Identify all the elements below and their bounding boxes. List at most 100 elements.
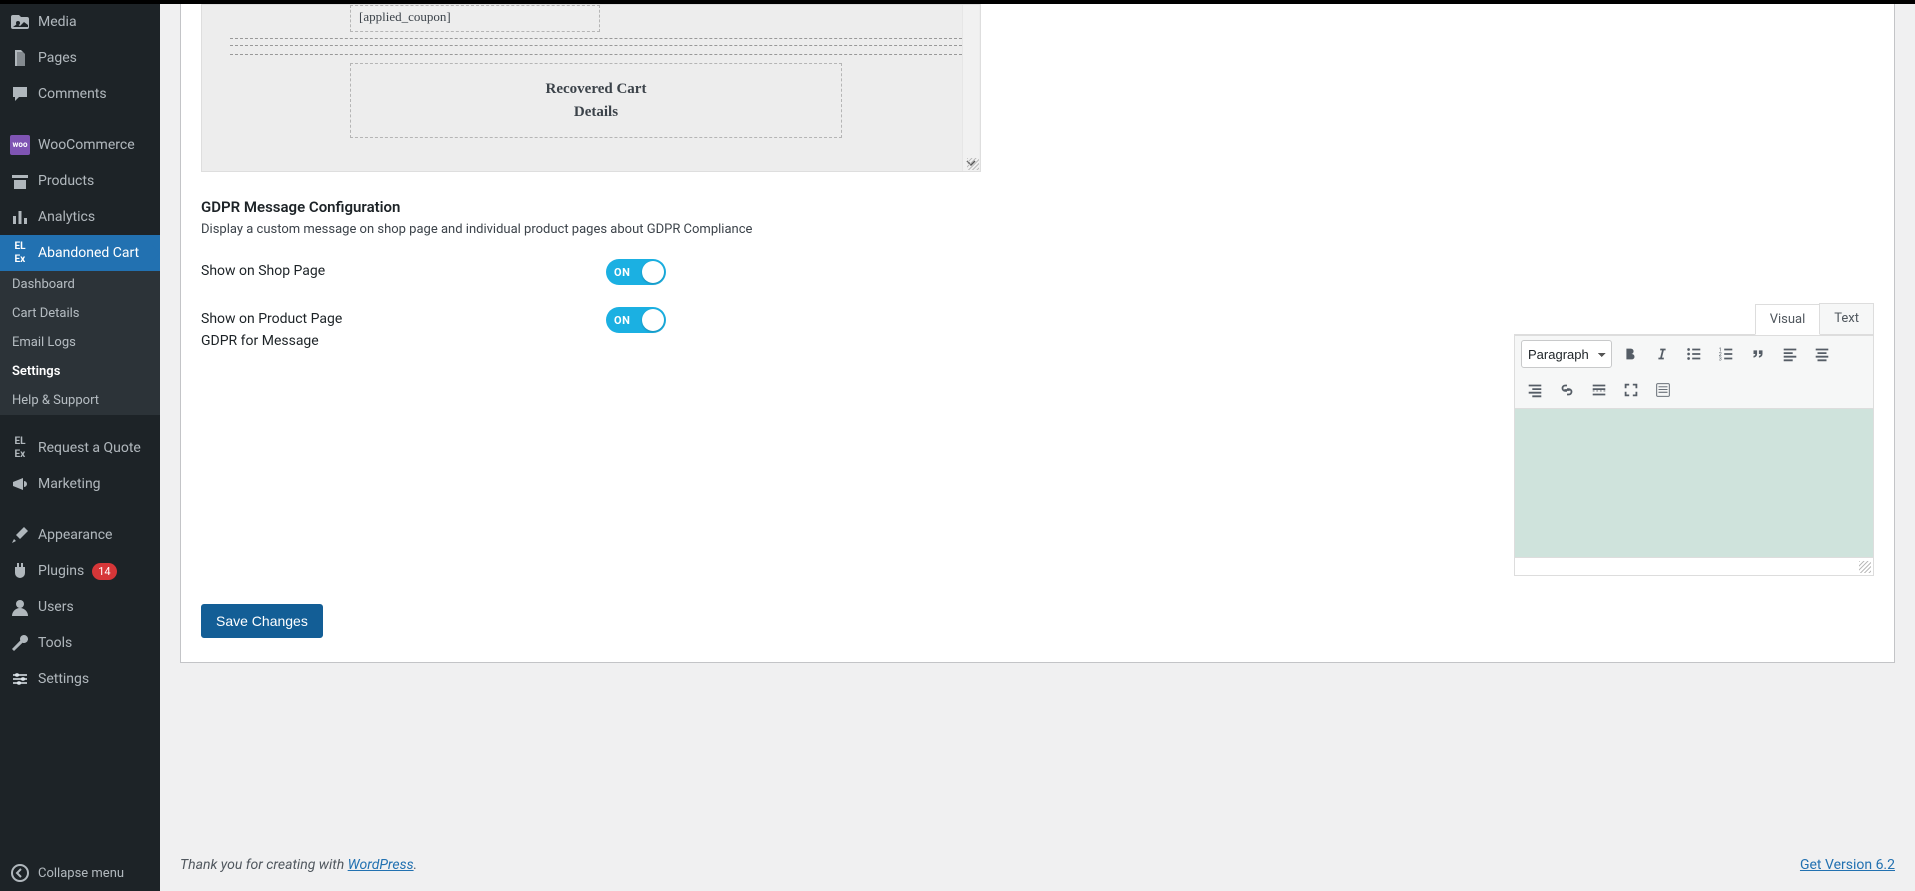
sidebar-item-label: Request a Quote: [38, 439, 141, 457]
rte-tab-label: Text: [1834, 311, 1859, 326]
sidebar-item-label: Pages: [38, 49, 77, 67]
admin-sidebar: Media Pages Comments woo WooCommerce Pro…: [0, 0, 160, 891]
save-button-label: Save Changes: [216, 613, 308, 629]
sidebar-item-marketing[interactable]: Marketing: [0, 466, 160, 502]
rte-toolbar: Paragraph 123: [1514, 335, 1874, 408]
sidebar-item-label: Appearance: [38, 526, 112, 544]
media-icon: [10, 12, 30, 32]
rte-align-center-button[interactable]: [1808, 340, 1836, 368]
sidebar-item-label: Abandoned Cart: [38, 244, 139, 262]
sidebar-item-appearance[interactable]: Appearance: [0, 517, 160, 553]
resize-grip-icon[interactable]: [967, 158, 979, 170]
sidebar-item-label: WooCommerce: [38, 136, 135, 154]
sidebar-sub-email-logs[interactable]: Email Logs: [0, 329, 160, 358]
rte-align-right-button[interactable]: [1521, 376, 1549, 404]
rte-bold-button[interactable]: [1616, 340, 1644, 368]
toggle-show-shop[interactable]: ON: [606, 259, 666, 285]
toggle-on-text: ON: [606, 266, 630, 279]
svg-text:3: 3: [1719, 356, 1722, 362]
sidebar-sub-dashboard[interactable]: Dashboard: [0, 271, 160, 300]
footer-wordpress-link[interactable]: WordPress: [348, 857, 414, 873]
sidebar-item-label: Analytics: [38, 208, 95, 226]
label-show-product: Show on Product Page: [201, 311, 606, 327]
rte-statusbar: [1514, 558, 1874, 576]
rte-tab-text[interactable]: Text: [1819, 303, 1874, 334]
label-show-shop: Show on Shop Page: [201, 259, 606, 279]
rte-fullscreen-button[interactable]: [1617, 376, 1645, 404]
resize-grip-icon[interactable]: [1859, 561, 1871, 573]
template-text: Details: [371, 101, 821, 124]
toggle-on-text: ON: [606, 314, 630, 327]
woocommerce-icon: woo: [10, 135, 30, 155]
rte-tabs: Visual Text: [1514, 303, 1874, 335]
rte-ol-button[interactable]: 123: [1712, 340, 1740, 368]
rte-format-select[interactable]: Paragraph: [1521, 340, 1612, 368]
sidebar-sub-label: Cart Details: [12, 306, 80, 323]
rte-align-left-button[interactable]: [1776, 340, 1804, 368]
admin-footer: Thank you for creating with WordPress. G…: [160, 837, 1915, 891]
save-changes-button[interactable]: Save Changes: [201, 604, 323, 638]
row-show-product: Show on Product Page GDPR for Message ON: [201, 307, 1874, 576]
plug-icon: [10, 561, 30, 581]
sidebar-item-label: Comments: [38, 85, 107, 103]
rte-textarea[interactable]: [1514, 408, 1874, 558]
gdpr-heading: GDPR Message Configuration: [201, 198, 1874, 216]
sidebar-item-settings[interactable]: Settings: [0, 661, 160, 697]
sidebar-sub-settings[interactable]: Settings: [0, 358, 160, 387]
products-icon: [10, 171, 30, 191]
sidebar-item-media[interactable]: Media: [0, 4, 160, 40]
label-gdpr-message: GDPR for Message: [201, 333, 606, 349]
sidebar-item-comments[interactable]: Comments: [0, 76, 160, 112]
wrench-icon: [10, 633, 30, 653]
pages-icon: [10, 48, 30, 68]
rte-link-button[interactable]: [1553, 376, 1581, 404]
sidebar-item-analytics[interactable]: Analytics: [0, 199, 160, 235]
brush-icon: [10, 525, 30, 545]
email-template-editor: [applied_coupon] Recovered Cart Details: [201, 4, 981, 172]
rte-italic-button[interactable]: [1648, 340, 1676, 368]
gdpr-message-editor: Visual Text Paragraph: [1514, 303, 1874, 576]
main-content: [applied_coupon] Recovered Cart Details: [160, 0, 1915, 891]
template-scrollbar[interactable]: [962, 5, 979, 171]
sidebar-item-label: Products: [38, 172, 94, 190]
collapse-menu-button[interactable]: Collapse menu: [0, 855, 160, 891]
footer-version-link[interactable]: Get Version 6.2: [1800, 857, 1895, 873]
sidebar-item-products[interactable]: Products: [0, 163, 160, 199]
footer-suffix: .: [414, 857, 418, 873]
sidebar-sub-cart-details[interactable]: Cart Details: [0, 300, 160, 329]
sidebar-item-abandoned-cart[interactable]: ELEx Abandoned Cart: [0, 235, 160, 271]
rte-tab-label: Visual: [1770, 312, 1806, 327]
sidebar-item-request-a-quote[interactable]: ELEx Request a Quote: [0, 430, 160, 466]
analytics-icon: [10, 207, 30, 227]
rte-toolbar-toggle-button[interactable]: [1649, 376, 1677, 404]
sidebar-submenu: Dashboard Cart Details Email Logs Settin…: [0, 271, 160, 415]
sidebar-item-label: Tools: [38, 634, 72, 652]
sidebar-item-users[interactable]: Users: [0, 589, 160, 625]
settings-panel: [applied_coupon] Recovered Cart Details: [180, 4, 1895, 663]
sidebar-item-plugins[interactable]: Plugins 14: [0, 553, 160, 589]
template-tag-text: [applied_coupon]: [359, 9, 451, 24]
elex-icon: ELEx: [10, 438, 30, 458]
collapse-icon: [10, 863, 30, 883]
rte-more-button[interactable]: [1585, 376, 1613, 404]
sidebar-item-label: Marketing: [38, 475, 101, 493]
template-canvas[interactable]: [applied_coupon] Recovered Cart Details: [201, 4, 981, 172]
sidebar-item-tools[interactable]: Tools: [0, 625, 160, 661]
rte-tab-visual[interactable]: Visual: [1755, 304, 1821, 335]
sidebar-item-label: Users: [38, 598, 74, 616]
sliders-icon: [10, 669, 30, 689]
sidebar-separator: [0, 507, 160, 512]
rte-ul-button[interactable]: [1680, 340, 1708, 368]
toggle-knob: [642, 309, 664, 331]
template-block-recovered-cart: Recovered Cart Details: [350, 63, 842, 138]
toggle-show-product[interactable]: ON: [606, 307, 666, 333]
sidebar-separator: [0, 117, 160, 122]
sidebar-item-label: Media: [38, 13, 77, 31]
rte-quote-button[interactable]: [1744, 340, 1772, 368]
sidebar-item-pages[interactable]: Pages: [0, 40, 160, 76]
sidebar-item-woocommerce[interactable]: woo WooCommerce: [0, 127, 160, 163]
sidebar-sub-help-support[interactable]: Help & Support: [0, 387, 160, 416]
sidebar-sub-label: Help & Support: [12, 393, 99, 410]
sidebar-item-label: Plugins: [38, 562, 84, 580]
gdpr-section: GDPR Message Configuration Display a cus…: [201, 198, 1874, 576]
